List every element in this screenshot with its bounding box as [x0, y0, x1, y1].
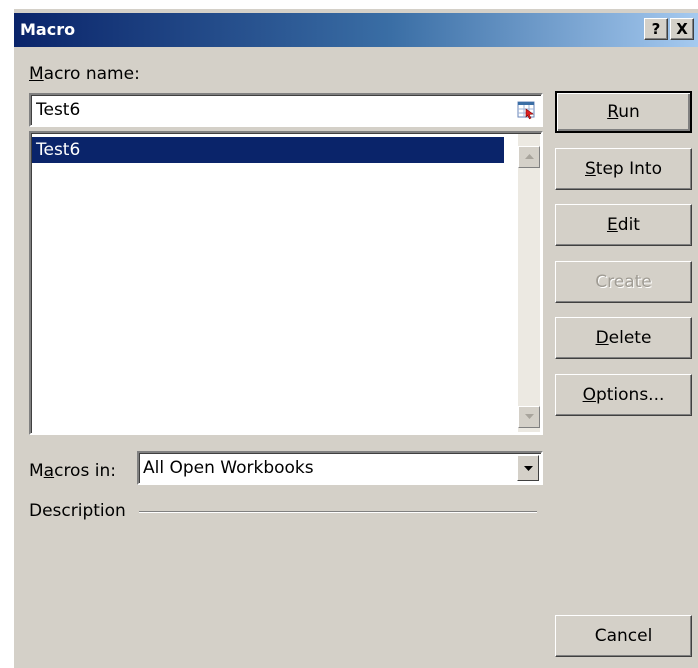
- chevron-down-icon: [524, 466, 533, 471]
- macros-in-dropdown[interactable]: All Open Workbooks: [137, 451, 543, 485]
- macros-in-selected-value: All Open Workbooks: [143, 458, 314, 478]
- step-into-button[interactable]: Step Into: [555, 148, 692, 190]
- macro-list[interactable]: Test6: [32, 134, 504, 432]
- macros-in-label: Macros in:: [29, 461, 116, 481]
- title-bar[interactable]: Macro ? X: [14, 13, 698, 47]
- macro-dialog: Macro ? X Macro name: Test6 Test6 Run St…: [13, 9, 698, 668]
- scroll-up-button[interactable]: [518, 146, 540, 168]
- macro-name-input[interactable]: [34, 98, 508, 122]
- options-button[interactable]: Options...: [555, 374, 692, 416]
- macro-name-label: Macro name:: [29, 64, 140, 84]
- dropdown-button[interactable]: [517, 455, 539, 481]
- collapse-dialog-icon[interactable]: [517, 100, 537, 120]
- description-label: Description: [29, 501, 126, 521]
- scroll-down-button[interactable]: [518, 406, 540, 428]
- help-button[interactable]: ?: [644, 18, 668, 40]
- scroll-up-arrow-icon: [525, 154, 534, 159]
- scroll-down-arrow-icon: [525, 414, 534, 419]
- dialog-title: Macro: [20, 20, 76, 39]
- macro-listbox[interactable]: Test6: [29, 131, 543, 435]
- create-button: Create: [555, 261, 692, 303]
- delete-button[interactable]: Delete: [555, 317, 692, 359]
- close-button[interactable]: X: [670, 18, 694, 40]
- cancel-button[interactable]: Cancel: [555, 615, 692, 657]
- description-divider: [139, 511, 537, 513]
- edit-button[interactable]: Edit: [555, 204, 692, 246]
- macro-name-field[interactable]: [29, 93, 543, 127]
- vertical-scrollbar[interactable]: [518, 134, 540, 432]
- list-item[interactable]: Test6: [32, 137, 504, 163]
- run-button[interactable]: Run: [555, 91, 692, 133]
